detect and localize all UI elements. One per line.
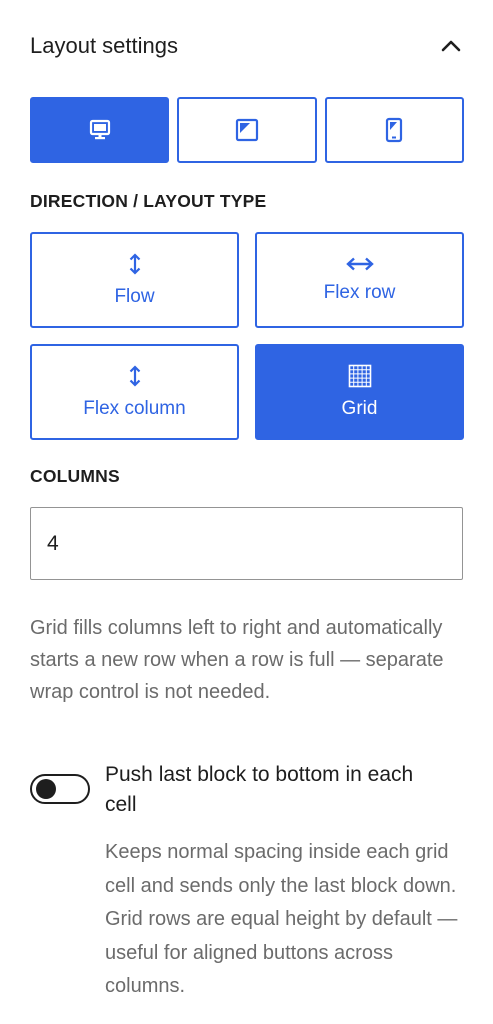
push-last-toggle[interactable]: [30, 774, 90, 804]
mobile-icon: [386, 117, 403, 143]
push-last-label: Push last block to bottom in each cell: [105, 763, 414, 816]
grid-icon: [348, 364, 371, 388]
columns-section-label: COLUMNS: [30, 466, 120, 486]
vertical-arrows-icon: [129, 365, 140, 387]
layout-settings-panel: Layout settings DIRECTION / LAYOUT TYPE …: [0, 0, 493, 1024]
horizontal-arrows-icon: [345, 257, 374, 271]
panel-title: Layout settings: [30, 33, 178, 58]
tablet-icon: [235, 118, 259, 142]
layout-option-label: Grid: [341, 398, 378, 419]
device-switcher: [30, 97, 464, 163]
layout-option-grid[interactable]: Grid: [255, 344, 464, 440]
mobile-device-button[interactable]: [324, 97, 464, 163]
tablet-device-button[interactable]: [177, 97, 317, 163]
panel-header[interactable]: Layout settings: [30, 30, 463, 62]
vertical-arrows-icon: [129, 253, 140, 275]
push-last-help-text: Keeps normal spacing inside each grid ce…: [105, 841, 458, 997]
desktop-device-button[interactable]: [30, 97, 170, 163]
toggle-knob: [36, 779, 56, 799]
columns-help-text: Grid fills columns left to right and aut…: [30, 617, 444, 703]
chevron-up-icon: [441, 40, 461, 52]
layout-option-label: Flex column: [83, 398, 186, 419]
columns-input[interactable]: [30, 507, 463, 580]
layout-option-label: Flex row: [323, 282, 396, 303]
layout-option-label: Flow: [114, 286, 155, 307]
layout-option-flow[interactable]: Flow: [30, 232, 239, 328]
collapse-button[interactable]: [439, 34, 463, 58]
layout-option-flex-row[interactable]: Flex row: [255, 232, 464, 328]
layout-type-options: Flow Flex row Flex column Grid: [30, 232, 464, 440]
direction-section-label: DIRECTION / LAYOUT TYPE: [30, 191, 267, 211]
desktop-icon: [89, 119, 110, 140]
layout-option-flex-column[interactable]: Flex column: [30, 344, 239, 440]
